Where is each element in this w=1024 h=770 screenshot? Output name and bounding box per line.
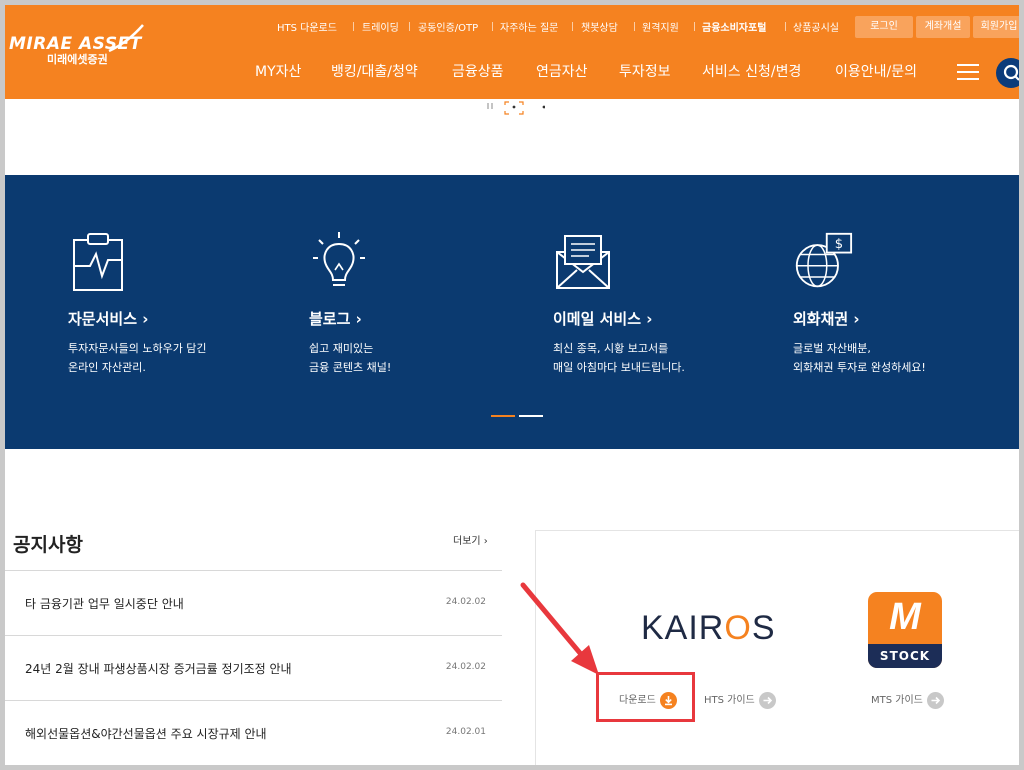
nav-investment-info[interactable]: 투자정보 bbox=[619, 61, 671, 81]
mstock-app-icon[interactable]: M STOCK bbox=[868, 592, 942, 668]
service-desc: 금융 콘텐츠 채널! bbox=[309, 361, 392, 374]
service-title: 이메일 서비스 › bbox=[553, 310, 653, 328]
service-desc: 외화채권 투자로 완성하세요! bbox=[793, 361, 926, 374]
carousel-indicator-active[interactable] bbox=[491, 415, 515, 417]
divider bbox=[572, 22, 573, 31]
notice-row[interactable]: 24년 2월 장내 파생상품시장 증거금률 정기조정 안내 24.02.02 bbox=[5, 635, 502, 700]
kairos-logo: KAIROS bbox=[641, 609, 776, 647]
envelope-icon bbox=[556, 235, 610, 289]
utility-bar: HTS 다운로드 트레이딩 공동인증/OTP 자주하는 질문 챗봇상담 원격지원… bbox=[5, 16, 1019, 38]
divider bbox=[353, 22, 354, 31]
page: MIRAE ASSET 미래에셋증권 HTS 다운로드 트레이딩 공동인증/OT… bbox=[5, 5, 1019, 765]
svg-text:$: $ bbox=[835, 237, 843, 252]
mts-guide-link[interactable]: MTS 가이드 bbox=[871, 691, 944, 709]
service-desc: 최신 종목, 시황 보고서를 bbox=[553, 342, 669, 355]
util-link-product-disclosure[interactable]: 상품공시실 bbox=[793, 19, 839, 34]
hts-guide-label: HTS 가이드 bbox=[704, 695, 755, 706]
signup-button[interactable]: 회원가입 bbox=[973, 16, 1019, 38]
nav-pension[interactable]: 연금자산 bbox=[536, 61, 588, 81]
divider bbox=[694, 22, 695, 31]
nav-service-request[interactable]: 서비스 신청/변경 bbox=[702, 61, 801, 81]
notice-text: 해외선물옵션&야간선물옵션 주요 시장규제 안내 bbox=[25, 727, 267, 741]
service-banner: 자문서비스 › 투자자문사들의 노하우가 담긴 온라인 자산관리. 블로그 › … bbox=[5, 175, 1019, 449]
mirae-asset-logo[interactable]: MIRAE ASSET 미래에셋증권 bbox=[9, 24, 144, 67]
util-link-consumer-portal[interactable]: 금융소비자포털 bbox=[702, 19, 766, 34]
notice-text: 24년 2월 장내 파생상품시장 증거금률 정기조정 안내 bbox=[25, 662, 292, 676]
login-button[interactable]: 로그인 bbox=[855, 16, 913, 38]
util-link-trading[interactable]: 트레이딩 bbox=[362, 19, 399, 34]
arrow-right-icon bbox=[758, 691, 776, 709]
arrow-right-icon bbox=[926, 691, 944, 709]
globe-dollar-icon: $ bbox=[795, 232, 853, 288]
service-desc: 온라인 자산관리. bbox=[68, 361, 146, 374]
nav-banking[interactable]: 뱅킹/대출/청약 bbox=[331, 61, 418, 81]
nav-financial-products[interactable]: 금융상품 bbox=[452, 61, 504, 81]
notice-row[interactable]: 해외선물옵션&야간선물옵션 주요 시장규제 안내 24.02.01 bbox=[5, 700, 502, 765]
util-link-remote-support[interactable]: 원격지원 bbox=[642, 19, 679, 34]
mstock-letter: M bbox=[889, 596, 921, 638]
util-link-chatbot[interactable]: 챗봇상담 bbox=[581, 19, 618, 34]
site-header: MIRAE ASSET 미래에셋증권 HTS 다운로드 트레이딩 공동인증/OT… bbox=[5, 5, 1019, 99]
service-desc: 글로벌 자산배분, bbox=[793, 342, 871, 355]
util-link-certificate[interactable]: 공동인증/OTP bbox=[418, 19, 478, 34]
notice-row[interactable]: 타 금융기관 업무 일시중단 안내 24.02.02 bbox=[5, 570, 502, 635]
lightbulb-icon bbox=[313, 232, 365, 286]
screenshot-frame: MIRAE ASSET 미래에셋증권 HTS 다운로드 트레이딩 공동인증/OT… bbox=[0, 0, 1024, 770]
open-account-button[interactable]: 계좌개설 bbox=[916, 16, 970, 38]
search-icon bbox=[1003, 64, 1019, 81]
mstock-label: STOCK bbox=[868, 644, 942, 668]
mts-guide-label: MTS 가이드 bbox=[871, 695, 923, 706]
hts-guide-link[interactable]: HTS 가이드 bbox=[704, 691, 776, 709]
nav-help[interactable]: 이용안내/문의 bbox=[835, 61, 917, 81]
service-desc: 매일 아침마다 보내드립니다. bbox=[553, 361, 685, 374]
service-title: 외화채권 › bbox=[793, 310, 860, 328]
divider bbox=[409, 22, 410, 31]
notice-date: 24.02.02 bbox=[445, 662, 486, 672]
service-desc: 투자자문사들의 노하우가 담긴 bbox=[68, 342, 207, 355]
notice-title: 공지사항 bbox=[13, 534, 83, 556]
notice-date: 24.02.02 bbox=[445, 597, 486, 607]
annotation-highlight-box bbox=[596, 672, 695, 722]
notice-date: 24.02.01 bbox=[445, 727, 486, 737]
logo-korean: 미래에셋증권 bbox=[47, 53, 108, 66]
service-title: 자문서비스 › bbox=[68, 310, 149, 328]
divider bbox=[785, 22, 786, 31]
carousel-indicator[interactable] bbox=[519, 415, 543, 417]
notice-more-link[interactable]: 더보기 › bbox=[453, 532, 488, 547]
annotation-arrow-icon bbox=[520, 582, 599, 675]
divider bbox=[634, 22, 635, 31]
service-desc: 쉽고 재미있는 bbox=[309, 342, 374, 355]
service-title: 블로그 › bbox=[309, 310, 362, 328]
notice-text: 타 금융기관 업무 일시중단 안내 bbox=[25, 597, 184, 611]
divider bbox=[492, 22, 493, 31]
clipboard-chart-icon bbox=[73, 233, 123, 291]
util-link-hts-download[interactable]: HTS 다운로드 bbox=[277, 19, 337, 34]
util-link-faq[interactable]: 자주하는 질문 bbox=[500, 19, 558, 34]
carousel-indicator-remnant bbox=[487, 101, 545, 115]
hamburger-menu-icon[interactable] bbox=[957, 64, 979, 80]
search-button[interactable] bbox=[996, 58, 1019, 88]
nav-my-assets[interactable]: MY자산 bbox=[255, 61, 301, 81]
